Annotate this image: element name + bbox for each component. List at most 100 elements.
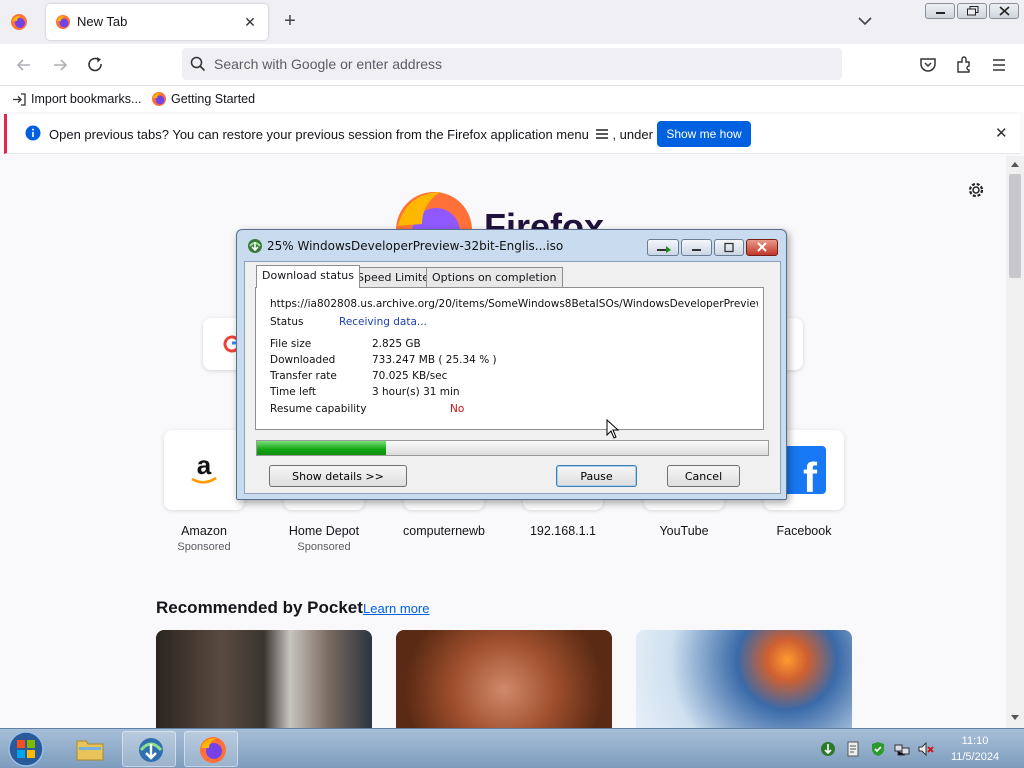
- tab-new-tab[interactable]: New Tab ✕: [46, 4, 268, 40]
- mouse-pointer-icon: [606, 419, 620, 439]
- bookmark-label: Getting Started: [171, 92, 256, 106]
- back-arrow-icon[interactable]: [14, 55, 34, 75]
- page-scrollbar[interactable]: [1006, 156, 1024, 728]
- scrollbar-thumb[interactable]: [1009, 174, 1021, 278]
- show-me-how-button[interactable]: Show me how: [657, 121, 751, 147]
- top-site-name: 192.168.1.1: [529, 524, 597, 538]
- time-left-label: Time left: [270, 386, 317, 398]
- idm-icon: [248, 239, 262, 253]
- pocket-story-card[interactable]: [636, 630, 852, 728]
- facebook-icon: f: [782, 446, 826, 494]
- url-input[interactable]: [214, 48, 814, 80]
- tab-options-on-completion[interactable]: Options on completion: [426, 267, 563, 287]
- bookmark-label: Import bookmarks...: [31, 92, 142, 106]
- system-clock[interactable]: 11:10 11/5/2024: [936, 733, 1014, 765]
- top-site-amazon[interactable]: a Amazon Sponsored: [162, 430, 246, 553]
- firefox-favicon-icon: [56, 15, 70, 29]
- arrow-right-icon: [657, 246, 671, 253]
- restore-window-button[interactable]: [957, 3, 987, 19]
- taskbar-explorer[interactable]: [62, 731, 116, 767]
- maximize-icon: [724, 242, 734, 253]
- firefox-menu-icon[interactable]: [10, 13, 28, 31]
- action-center-icon[interactable]: [845, 741, 861, 757]
- tab-strip: New Tab ✕ +: [0, 0, 1024, 44]
- bookmarks-toolbar: Import bookmarks... Getting Started: [0, 86, 1024, 112]
- top-site-name: Home Depot: [288, 524, 360, 538]
- search-icon: [190, 56, 206, 72]
- pocket-learn-more-link[interactable]: Learn more: [363, 601, 429, 616]
- download-status-panel: https://ia802808.us.archive.org/20/items…: [255, 287, 764, 430]
- close-icon: [757, 242, 767, 252]
- resume-capability-label: Resume capability: [270, 403, 367, 415]
- firefox-icon: [152, 92, 166, 106]
- download-progress-fill: [257, 441, 387, 455]
- pocket-icon[interactable]: [918, 55, 938, 75]
- session-restore-notification: Open previous tabs? You can restore your…: [4, 114, 1020, 154]
- download-url: https://ia802808.us.archive.org/20/items…: [270, 298, 758, 310]
- scroll-down-icon[interactable]: [1010, 714, 1020, 722]
- download-progress-dialog: 25% WindowsDeveloperPreview-32bit-Englis…: [236, 229, 787, 500]
- import-icon: [13, 92, 26, 106]
- minimize-icon: [936, 12, 945, 14]
- svg-text:a: a: [197, 452, 212, 480]
- idm-tray-icon[interactable]: [820, 741, 836, 757]
- dialog-minimize-button[interactable]: [681, 239, 712, 256]
- downloaded-value: 733.247 MB ( 25.34 % ): [372, 354, 497, 366]
- restore-icon: [967, 6, 979, 16]
- clock-time: 11:10: [961, 735, 989, 747]
- new-tab-button[interactable]: +: [280, 11, 300, 33]
- notification-close-icon[interactable]: ✕: [995, 124, 1008, 142]
- top-site-sponsored: Sponsored: [177, 541, 231, 553]
- file-size-value: 2.825 GB: [372, 338, 421, 350]
- downloaded-label: Downloaded: [270, 354, 336, 366]
- address-bar[interactable]: [182, 48, 842, 80]
- dialog-hide-button[interactable]: [647, 239, 679, 256]
- show-details-button[interactable]: Show details >>: [269, 465, 407, 487]
- scroll-up-icon[interactable]: [1010, 160, 1020, 168]
- minimize-icon: [692, 249, 701, 251]
- dialog-close-button[interactable]: [746, 239, 778, 256]
- forward-arrow-icon[interactable]: [50, 55, 70, 75]
- extensions-icon[interactable]: [954, 55, 974, 75]
- reload-icon[interactable]: [86, 55, 106, 75]
- hamburger-menu-icon[interactable]: [990, 55, 1010, 75]
- chevron-down-icon[interactable]: [856, 12, 874, 30]
- resume-capability-value: No: [450, 403, 465, 415]
- dialog-maximize-button[interactable]: [714, 239, 744, 256]
- dialog-title: 25% WindowsDeveloperPreview-32bit-Englis…: [267, 239, 564, 253]
- status-value: Receiving data...: [339, 316, 427, 328]
- hamburger-menu-icon: [596, 129, 609, 139]
- clock-date: 11/5/2024: [950, 751, 1000, 763]
- tab-title: New Tab: [77, 14, 128, 29]
- minimize-window-button[interactable]: [925, 3, 955, 19]
- security-shield-icon[interactable]: [870, 741, 886, 757]
- bookmark-getting-started[interactable]: Getting Started: [151, 91, 255, 107]
- taskbar-idm[interactable]: [122, 731, 176, 767]
- notification-text: Open previous tabs? You can restore your…: [49, 127, 589, 142]
- amazon-icon: a: [191, 452, 217, 484]
- bookmark-import[interactable]: Import bookmarks...: [12, 91, 141, 107]
- pocket-story-card[interactable]: [156, 630, 372, 728]
- download-progress-bar: [256, 440, 769, 456]
- file-size-label: File size: [270, 338, 312, 350]
- cancel-button[interactable]: Cancel: [667, 465, 740, 487]
- tab-close-icon[interactable]: ✕: [240, 12, 260, 32]
- start-button-icon[interactable]: [6, 730, 46, 768]
- close-window-button[interactable]: [989, 3, 1019, 19]
- windows-taskbar: 11:10 11/5/2024: [0, 728, 1024, 768]
- pause-button[interactable]: Pause: [556, 465, 637, 487]
- info-icon: [25, 125, 41, 141]
- top-site-name: Facebook: [776, 524, 832, 538]
- gear-icon[interactable]: [966, 180, 986, 200]
- volume-muted-icon[interactable]: [918, 741, 934, 757]
- pocket-heading: Recommended by Pocket: [156, 598, 363, 617]
- tab-download-status[interactable]: Download status: [256, 265, 360, 288]
- transfer-rate-label: Transfer rate: [270, 370, 337, 382]
- transfer-rate-value: 70.025 KB/sec: [372, 370, 448, 382]
- time-left-value: 3 hour(s) 31 min: [372, 386, 460, 398]
- folder-icon: [76, 740, 104, 761]
- taskbar-firefox[interactable]: [184, 731, 238, 767]
- pocket-story-card[interactable]: [396, 630, 612, 728]
- tile-icon-box: a: [164, 430, 244, 510]
- network-icon[interactable]: [894, 741, 910, 757]
